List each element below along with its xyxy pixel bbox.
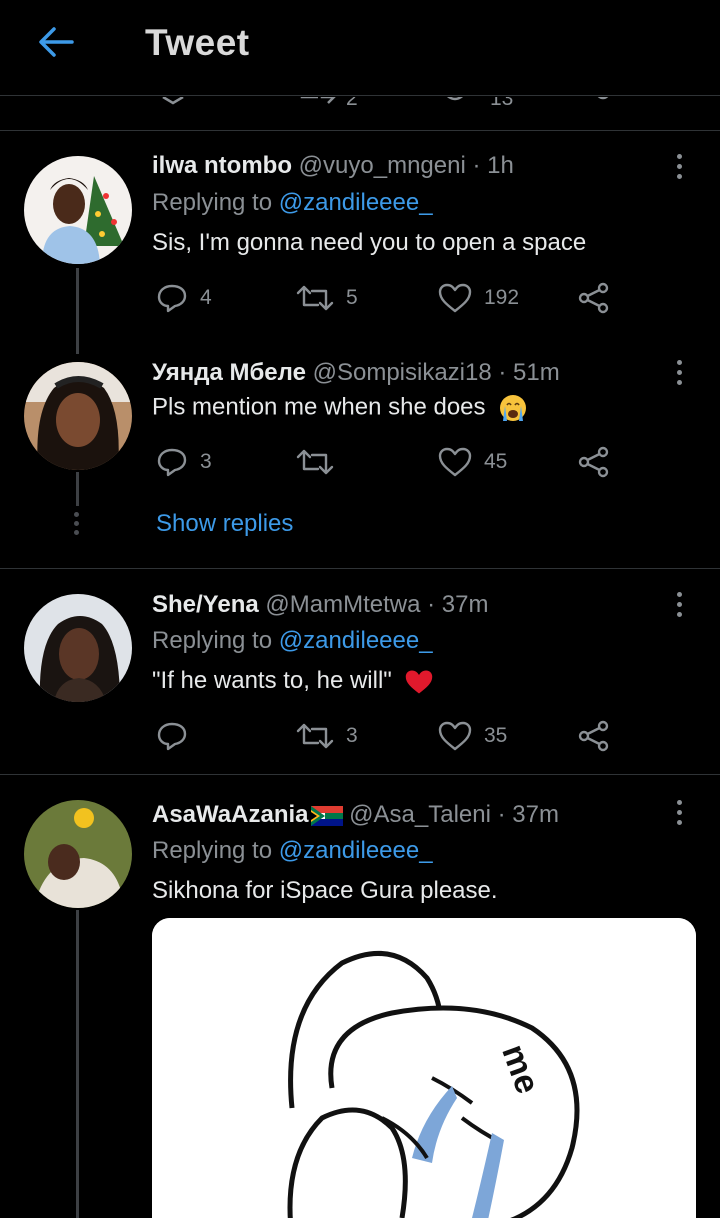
like-button[interactable]: 35: [438, 719, 507, 753]
reply-button[interactable]: [156, 719, 200, 753]
thread-connector: [76, 472, 79, 506]
show-replies-link[interactable]: Show replies: [156, 510, 293, 538]
tweet-actions: 3 45: [152, 445, 622, 479]
timestamp: · 1h: [472, 152, 514, 179]
share-icon: [578, 720, 609, 752]
thread-collapsed-indicator: [74, 512, 80, 539]
like-count: 192: [484, 286, 520, 309]
replying-to-label: Replying to: [152, 837, 273, 864]
retweet-icon: [296, 723, 334, 749]
replying-to-handle[interactable]: @zandileeee_: [279, 189, 433, 216]
top-app-bar: Tweet: [0, 0, 720, 96]
like-button[interactable]: 192: [438, 281, 519, 315]
page-title: Tweet: [145, 22, 250, 63]
reply-button[interactable]: 3: [156, 445, 212, 479]
reply-icon: [157, 448, 187, 477]
thread-connector: [76, 910, 79, 1218]
replying-to: Replying to @zandileeee_: [152, 837, 433, 865]
tweet-media-image[interactable]: me: [152, 918, 696, 1218]
tweet-header: She/Yena @MamMtetwa · 37m: [152, 591, 489, 619]
retweet-count: 3: [346, 724, 358, 747]
retweet-count: 2: [346, 97, 358, 110]
more-options-button[interactable]: [677, 360, 683, 390]
tweet-text-content: Pls mention me when she does: [152, 393, 486, 421]
reply-button[interactable]: 4: [156, 281, 212, 315]
timestamp: · 37m: [497, 801, 559, 828]
tweet-actions: 4 5 192: [152, 281, 622, 315]
avatar[interactable]: [24, 156, 132, 264]
tweet-text: "If he wants to, he will": [152, 667, 434, 696]
more-options-button[interactable]: [677, 592, 683, 622]
more-options-button[interactable]: [677, 154, 683, 184]
tweet-header: Уянда Мбеле @Sompisikazi18 · 51m: [152, 359, 560, 387]
reply-icon: [157, 722, 187, 751]
display-name[interactable]: ilwa ntombo: [152, 152, 292, 179]
like-button[interactable]: 45: [438, 445, 507, 479]
tweet-actions: 3 35: [152, 719, 622, 753]
crying-face-icon: [500, 395, 527, 421]
avatar[interactable]: [24, 362, 132, 470]
tweet-header: AsaWaAzania @Asa_Taleni · 37m: [152, 801, 559, 829]
retweet-icon[interactable]: [298, 97, 338, 105]
share-icon: [578, 282, 609, 314]
user-handle[interactable]: @Sompisikazi18: [313, 359, 492, 386]
retweet-icon: [296, 449, 334, 475]
thread-connector: [76, 268, 79, 354]
like-count: 45: [484, 450, 508, 473]
display-name[interactable]: She/Yena: [152, 591, 259, 618]
display-name[interactable]: Уянда Мбеле: [152, 359, 306, 386]
user-handle[interactable]: @vuyo_mngeni: [299, 152, 466, 179]
south-africa-flag-icon: [310, 805, 343, 826]
replying-to-handle[interactable]: @zandileeee_: [279, 627, 433, 654]
reply-count: 3: [200, 450, 212, 473]
more-options-button[interactable]: [677, 800, 683, 830]
heart-icon: [438, 721, 472, 751]
user-handle[interactable]: @Asa_Taleni: [349, 801, 491, 828]
retweet-icon: [296, 285, 334, 311]
back-button[interactable]: [36, 24, 76, 60]
retweet-button[interactable]: 5: [296, 281, 358, 315]
share-button[interactable]: [578, 719, 610, 753]
reply-count: 4: [200, 286, 212, 309]
retweet-button[interactable]: [296, 445, 346, 479]
replying-to-label: Replying to: [152, 627, 273, 654]
heart-icon: [438, 283, 472, 313]
replying-to-label: Replying to: [152, 189, 273, 216]
timestamp: · 37m: [427, 591, 489, 618]
timestamp: · 51m: [498, 359, 560, 386]
heart-icon: [438, 447, 472, 477]
reply-icon[interactable]: [160, 97, 186, 105]
divider: [0, 774, 720, 775]
tweet-header: ilwa ntombo @vuyo_mngeni · 1h: [152, 152, 514, 180]
replying-to: Replying to @zandileeee_: [152, 627, 433, 655]
avatar[interactable]: [24, 800, 132, 908]
replying-to: Replying to @zandileeee_: [152, 189, 433, 217]
red-heart-icon: [406, 670, 433, 694]
previous-tweet-actions: 2 13: [0, 97, 720, 131]
tweet-text: Sikhona for iSpace Gura please.: [152, 877, 498, 904]
divider: [0, 568, 720, 569]
tweet-text: Sis, I'm gonna need you to open a space: [152, 229, 587, 256]
avatar[interactable]: [24, 594, 132, 702]
user-handle[interactable]: @MamMtetwa: [265, 591, 420, 618]
share-button[interactable]: [578, 445, 610, 479]
share-icon: [578, 446, 609, 478]
retweet-count: 5: [346, 286, 358, 309]
replying-to-handle[interactable]: @zandileeee_: [279, 837, 433, 864]
like-icon[interactable]: [440, 97, 470, 105]
display-name[interactable]: AsaWaAzania: [152, 801, 309, 828]
reply-icon: [157, 284, 187, 313]
retweet-button[interactable]: 3: [296, 719, 358, 753]
like-count: 13: [490, 97, 514, 110]
arrow-left-icon: [39, 27, 74, 57]
tweet-text: Pls mention me when she does: [152, 393, 528, 423]
tweet-text-content: "If he wants to, he will": [152, 667, 392, 694]
like-count: 35: [484, 724, 508, 747]
share-icon[interactable]: [592, 97, 614, 105]
share-button[interactable]: [578, 281, 610, 315]
